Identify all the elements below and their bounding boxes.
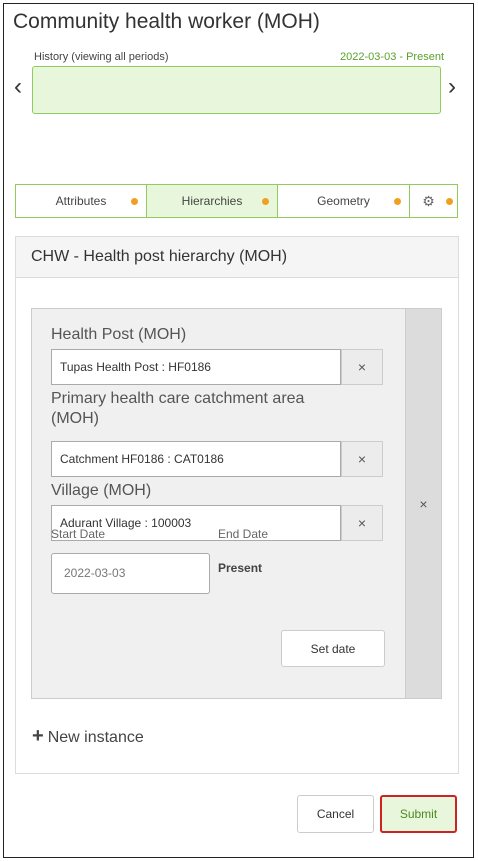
- status-dot-icon: [446, 198, 453, 205]
- submit-button[interactable]: Submit: [380, 795, 457, 833]
- hierarchy-instance: Health Post (MOH) Tupas Health Post : HF…: [31, 308, 442, 699]
- cancel-button[interactable]: Cancel: [297, 795, 374, 833]
- history-range: 2022-03-03 - Present: [340, 51, 444, 63]
- panel-heading: CHW - Health post hierarchy (MOH): [16, 237, 458, 278]
- hierarchy-panel: CHW - Health post hierarchy (MOH) Health…: [15, 236, 459, 774]
- clear-icon[interactable]: ×: [341, 505, 383, 541]
- tab-label: Geometry: [317, 194, 370, 208]
- status-dot-icon: [394, 198, 401, 205]
- tab-attributes[interactable]: Attributes: [16, 185, 147, 217]
- page-title: Community health worker (MOH): [13, 10, 320, 33]
- end-date-label: End Date: [218, 527, 269, 541]
- tab-label: Attributes: [55, 194, 107, 208]
- start-date-input[interactable]: 2022-03-03: [51, 553, 210, 594]
- remove-instance-button[interactable]: ×: [405, 309, 441, 698]
- health-post-input[interactable]: Tupas Health Post : HF0186: [51, 349, 341, 385]
- tab-label: Hierarchies: [181, 194, 243, 208]
- new-instance-label: New instance: [47, 729, 144, 746]
- chevron-right-icon[interactable]: ›: [448, 75, 456, 99]
- plus-icon: +: [32, 725, 44, 747]
- new-instance-button[interactable]: + New instance: [32, 725, 144, 748]
- field-label-catchment-area: Primary health care catchment area (MOH): [51, 390, 305, 427]
- clear-icon[interactable]: ×: [341, 441, 383, 477]
- gear-icon: ⚙: [422, 192, 435, 209]
- tab-settings[interactable]: ⚙: [410, 185, 457, 217]
- chevron-left-icon[interactable]: ‹: [14, 75, 22, 99]
- history-period-bar[interactable]: [32, 66, 441, 114]
- tab-hierarchies[interactable]: Hierarchies: [147, 185, 278, 217]
- field-label-village: Village (MOH): [51, 482, 152, 499]
- set-date-button[interactable]: Set date: [281, 630, 385, 667]
- status-dot-icon: [131, 198, 138, 205]
- tab-bar: Attributes Hierarchies Geometry ⚙: [15, 184, 458, 218]
- field-label-health-post: Health Post (MOH): [51, 326, 187, 343]
- history-label: History (viewing all periods): [34, 51, 169, 63]
- clear-icon[interactable]: ×: [341, 349, 383, 385]
- catchment-area-input[interactable]: Catchment HF0186 : CAT0186: [51, 441, 341, 477]
- start-date-label: Start Date: [51, 527, 106, 541]
- close-icon: ×: [419, 495, 428, 512]
- end-date-value: Present: [218, 561, 263, 575]
- tab-geometry[interactable]: Geometry: [278, 185, 410, 217]
- status-dot-icon: [262, 198, 269, 205]
